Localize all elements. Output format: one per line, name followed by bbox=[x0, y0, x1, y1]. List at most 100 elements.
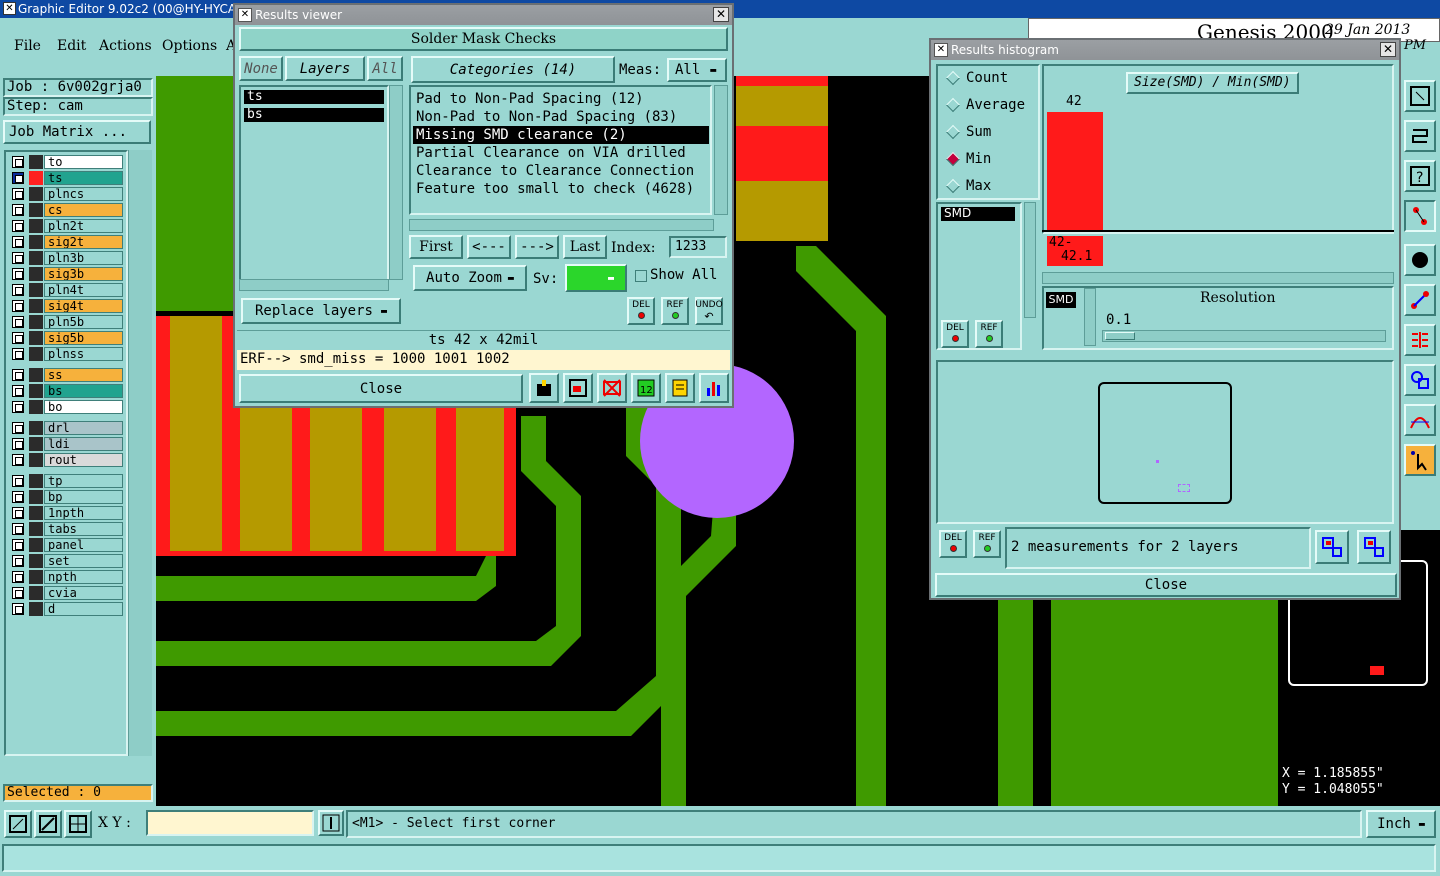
layer-row-panel[interactable]: panel bbox=[9, 538, 123, 552]
layer-checkbox[interactable] bbox=[12, 284, 24, 296]
route-icon[interactable] bbox=[1404, 284, 1436, 316]
layer-name[interactable]: to bbox=[44, 155, 123, 169]
layer-checkbox[interactable] bbox=[12, 454, 24, 466]
close-icon[interactable]: ✕ bbox=[1380, 42, 1396, 57]
shapes-icon[interactable] bbox=[1404, 364, 1436, 396]
layers-button[interactable]: Layers bbox=[285, 56, 365, 81]
resolution-slider-thumb[interactable] bbox=[1105, 332, 1135, 340]
layer-name[interactable]: plnss bbox=[44, 347, 123, 361]
units-dropdown[interactable]: Inch ▬ bbox=[1366, 810, 1436, 838]
layer-name[interactable]: tp bbox=[44, 474, 123, 488]
del-button[interactable]: DEL bbox=[627, 297, 655, 325]
layer-row-rout[interactable]: rout bbox=[9, 453, 123, 467]
layer-checkbox[interactable] bbox=[12, 475, 24, 487]
layer-checkbox[interactable] bbox=[12, 507, 24, 519]
layer-name[interactable]: npth bbox=[44, 570, 123, 584]
layer-checkbox[interactable] bbox=[12, 220, 24, 232]
layer-checkbox[interactable] bbox=[12, 252, 24, 264]
layer-checkbox[interactable] bbox=[12, 603, 24, 615]
layer-checkbox[interactable] bbox=[12, 401, 24, 413]
menu-edit[interactable]: Edit bbox=[57, 38, 86, 54]
layer-checkbox[interactable] bbox=[12, 523, 24, 535]
layer-results-vscroll[interactable] bbox=[389, 85, 403, 280]
layer-color-swatch[interactable] bbox=[29, 538, 43, 552]
close-icon[interactable]: ✕ bbox=[713, 7, 729, 22]
count-icon[interactable]: 12 bbox=[631, 373, 661, 403]
layer-checkbox[interactable] bbox=[12, 555, 24, 567]
layer-row-bs[interactable]: bs bbox=[9, 384, 123, 398]
stat-option-sum[interactable]: Sum bbox=[942, 124, 991, 140]
layer-color-swatch[interactable] bbox=[29, 347, 43, 361]
layer-row-plncs[interactable]: plncs bbox=[9, 187, 123, 201]
layer-checkbox[interactable] bbox=[12, 204, 24, 216]
layer-name[interactable]: sig4t bbox=[44, 299, 123, 313]
layer-color-swatch[interactable] bbox=[29, 490, 43, 504]
histogram-bar[interactable] bbox=[1047, 112, 1103, 232]
layer-checkbox[interactable] bbox=[12, 438, 24, 450]
category-item[interactable]: Pad to Non-Pad Spacing (12) bbox=[413, 90, 709, 108]
category-item[interactable]: Clearance to Clearance Connection bbox=[413, 162, 709, 180]
layer-name[interactable]: sig3b bbox=[44, 267, 123, 281]
histogram-list-vscroll[interactable] bbox=[1024, 202, 1036, 318]
layer-color-swatch[interactable] bbox=[29, 602, 43, 616]
show-all-checkbox[interactable] bbox=[635, 270, 647, 282]
job-matrix-button[interactable]: Job Matrix ... bbox=[3, 120, 151, 144]
layer-color-swatch[interactable] bbox=[29, 474, 43, 488]
menu-actions[interactable]: Actions bbox=[99, 38, 152, 54]
last-button[interactable]: Last bbox=[563, 235, 607, 259]
layer-list-scroll[interactable] bbox=[128, 150, 152, 756]
layer-name[interactable]: ts bbox=[44, 171, 123, 185]
layer-checkbox[interactable] bbox=[12, 268, 24, 280]
result-layer-bs[interactable]: bs bbox=[244, 108, 384, 122]
radio-diamond-icon[interactable] bbox=[945, 70, 961, 86]
layer-row-sig3b[interactable]: sig3b bbox=[9, 267, 123, 281]
layer-row-pln2t[interactable]: pln2t bbox=[9, 219, 123, 233]
layer-color-swatch[interactable] bbox=[29, 219, 43, 233]
layer-color-swatch[interactable] bbox=[29, 331, 43, 345]
zoom-in-icon[interactable] bbox=[34, 810, 62, 838]
layer-name[interactable]: 1npth bbox=[44, 506, 123, 520]
layer-row-set[interactable]: set bbox=[9, 554, 123, 568]
layer-color-swatch[interactable] bbox=[29, 368, 43, 382]
layer-name[interactable]: pln3b bbox=[44, 251, 123, 265]
categories-button[interactable]: Categories (14) bbox=[411, 56, 615, 83]
snap-icon[interactable] bbox=[1404, 120, 1436, 152]
layer-color-swatch[interactable] bbox=[29, 155, 43, 169]
meas-dropdown[interactable]: All ▬ bbox=[667, 58, 727, 82]
layer-color-swatch[interactable] bbox=[29, 554, 43, 568]
layer-row-plnss[interactable]: plnss bbox=[9, 347, 123, 361]
replace-layers-dropdown[interactable]: Replace layers ▬ bbox=[241, 298, 401, 324]
layer-row-npth[interactable]: npth bbox=[9, 570, 123, 584]
layer-row-bo[interactable]: bo bbox=[9, 400, 123, 414]
layer-checkbox[interactable] bbox=[12, 316, 24, 328]
layer-row-cvia[interactable]: cvia bbox=[9, 586, 123, 600]
measure-icon[interactable] bbox=[1404, 200, 1436, 232]
zoom-window-icon[interactable] bbox=[1404, 80, 1436, 112]
layer-name[interactable]: cvia bbox=[44, 586, 123, 600]
histogram-icon[interactable] bbox=[699, 373, 729, 403]
stat-option-min[interactable]: Min bbox=[942, 151, 991, 167]
stat-option-average[interactable]: Average bbox=[942, 97, 1025, 113]
layer-name[interactable]: ldi bbox=[44, 437, 123, 451]
layer-row-d[interactable]: d bbox=[9, 602, 123, 616]
categories-list[interactable]: Pad to Non-Pad Spacing (12) Non-Pad to No… bbox=[409, 85, 712, 215]
layer-row-sig5b[interactable]: sig5b bbox=[9, 331, 123, 345]
layer-color-swatch[interactable] bbox=[29, 453, 43, 467]
first-button[interactable]: First bbox=[409, 235, 463, 259]
histogram-list-smd[interactable]: SMD bbox=[941, 207, 1015, 221]
layer-checkbox[interactable] bbox=[12, 369, 24, 381]
layer-name[interactable]: plncs bbox=[44, 187, 123, 201]
layer-name[interactable]: bo bbox=[44, 400, 123, 414]
layer-color-swatch[interactable] bbox=[29, 421, 43, 435]
layer-row-tabs[interactable]: tabs bbox=[9, 522, 123, 536]
undo-button[interactable]: UNDO ↶ bbox=[695, 297, 723, 325]
cursor-mode-icon[interactable] bbox=[318, 810, 344, 836]
layer-name[interactable]: pln5b bbox=[44, 315, 123, 329]
layer-checkbox[interactable] bbox=[12, 332, 24, 344]
layer-color-swatch[interactable] bbox=[29, 570, 43, 584]
layer-checkbox[interactable] bbox=[12, 348, 24, 360]
layer-row-ldi[interactable]: ldi bbox=[9, 437, 123, 451]
layer-color-swatch[interactable] bbox=[29, 400, 43, 414]
layer-color-swatch[interactable] bbox=[29, 437, 43, 451]
layer-color-swatch[interactable] bbox=[29, 522, 43, 536]
